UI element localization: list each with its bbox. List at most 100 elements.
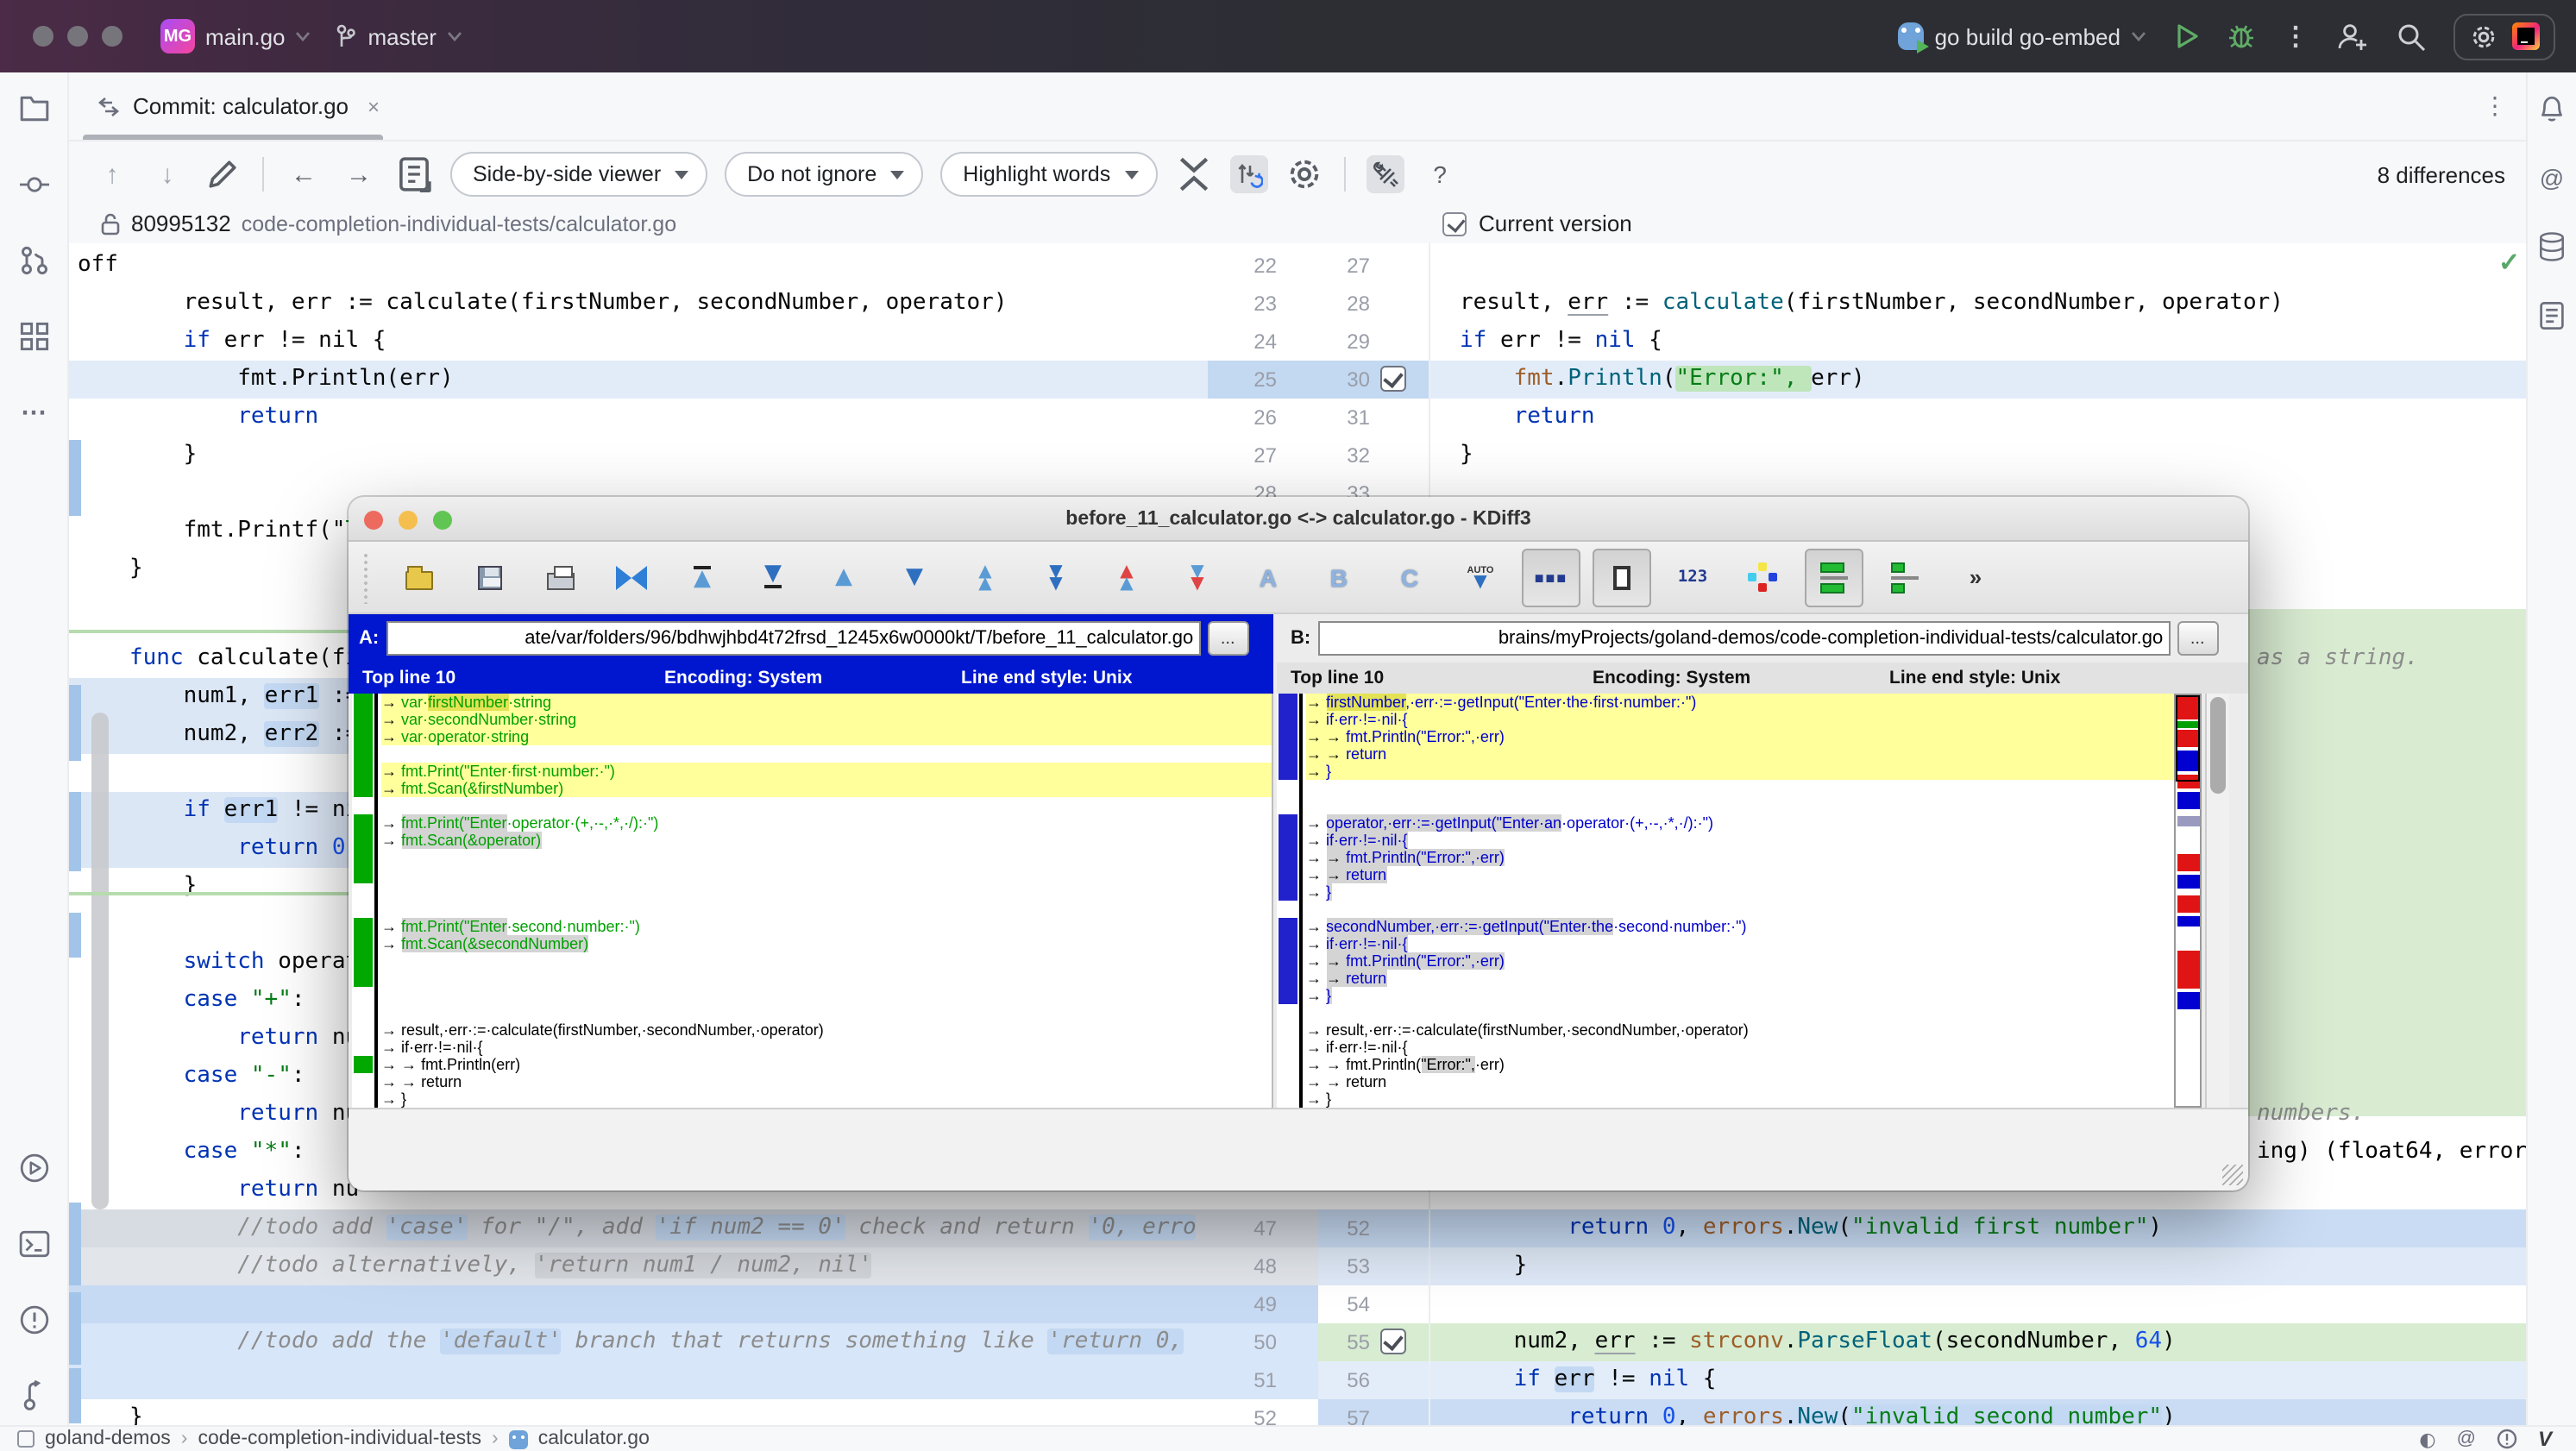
- kdiff3-code-line[interactable]: [381, 901, 1272, 918]
- pull-requests-tool-icon[interactable]: [18, 245, 49, 276]
- synchronize-scrolling-button[interactable]: [1229, 155, 1268, 193]
- kdiff3-code-line[interactable]: → → fmt.Println("Error:",·err): [1306, 952, 2174, 970]
- kdiff3-code-line[interactable]: [381, 987, 1272, 1004]
- diff-settings-gear-button[interactable]: [1285, 155, 1323, 193]
- file-b-path-field[interactable]: brains/myProjects/goland-demos/code-comp…: [1317, 621, 2171, 656]
- collapse-unchanged-button[interactable]: [1174, 155, 1212, 193]
- highlight-mode-dropdown[interactable]: Highlight words: [940, 152, 1158, 197]
- kdiff3-code-line[interactable]: [381, 745, 1272, 763]
- show-whitespace-icon[interactable]: [1593, 548, 1651, 606]
- breadcrumb-item[interactable]: calculator.go: [538, 1429, 650, 1449]
- edit-source-button[interactable]: [204, 155, 242, 193]
- show-whitespace-chars-icon[interactable]: ■■■: [1522, 548, 1580, 606]
- code-line[interactable]: }: [69, 1399, 1208, 1425]
- file-b-browse-button[interactable]: ...: [2177, 621, 2219, 656]
- kdiff3-window[interactable]: before_11_calculator.go <-> calculator.g…: [349, 497, 2248, 1190]
- go-next-unsolved-conflict-icon[interactable]: ▼ ▼: [1168, 548, 1227, 606]
- show-line-numbers-icon[interactable]: 123: [1663, 548, 1722, 606]
- code-line[interactable]: [69, 1285, 1208, 1323]
- window-zoom-button[interactable]: [102, 26, 123, 47]
- kdiff3-code-line[interactable]: → if·err·!=·nil·{: [1306, 935, 2174, 952]
- print-icon[interactable]: [531, 548, 590, 606]
- select-c-icon[interactable]: C: [1380, 548, 1439, 606]
- open-file-icon[interactable]: [390, 548, 449, 606]
- theme-contrast-icon[interactable]: ◐: [2419, 1428, 2435, 1450]
- help-button[interactable]: ?: [1421, 155, 1459, 193]
- code-line[interactable]: result, err := calculate(firstNumber, se…: [1430, 285, 2526, 323]
- more-tools-icon[interactable]: ⋯: [18, 397, 49, 428]
- code-line[interactable]: return 0, errors.New("invalid first numb…: [1430, 1209, 2526, 1247]
- kdiff3-code-line[interactable]: → fmt.Scan(&firstNumber): [381, 780, 1272, 797]
- kdiff3-code-line[interactable]: → var·operator·string: [381, 728, 1272, 745]
- kdiff3-minimize-button[interactable]: [399, 511, 418, 530]
- kdiff3-code-line[interactable]: → → return: [381, 1073, 1272, 1090]
- debug-button[interactable]: [2227, 22, 2255, 50]
- kdiff3-overview-column[interactable]: [2174, 694, 2202, 1108]
- kdiff3-code-line[interactable]: → fmt.Scan(&operator): [381, 832, 1272, 849]
- kdiff3-code-line[interactable]: → → fmt.Println(err): [381, 1056, 1272, 1073]
- code-line[interactable]: }: [1430, 437, 2526, 474]
- split-diff-view-icon[interactable]: [1805, 548, 1863, 606]
- ignore-mode-dropdown[interactable]: Do not ignore: [725, 152, 924, 197]
- save-icon[interactable]: [461, 548, 519, 606]
- file-a-path-field[interactable]: ate/var/folders/96/bdhwjhbd4t72frsd_1245…: [386, 621, 1201, 656]
- current-version-checkbox[interactable]: [1442, 211, 1467, 236]
- notifications-bell-icon[interactable]: [2536, 93, 2567, 124]
- kdiff3-code-line[interactable]: [381, 797, 1272, 814]
- code-line[interactable]: off: [69, 247, 1208, 285]
- code-line[interactable]: return 0, errors.New("invalid second num…: [1430, 1399, 2526, 1425]
- kdiff3-code-line[interactable]: → → return: [1306, 970, 2174, 987]
- kdiff3-code-line[interactable]: → }: [1306, 763, 2174, 780]
- code-line[interactable]: result, err := calculate(firstNumber, se…: [69, 285, 1208, 323]
- next-difference-button[interactable]: ↓: [148, 155, 186, 193]
- kdiff3-code-line[interactable]: → if·err·!=·nil·{: [381, 1039, 1272, 1056]
- kdiff3-code-line[interactable]: → if·err·!=·nil·{: [1306, 711, 2174, 728]
- structure-tool-icon[interactable]: [18, 321, 49, 352]
- ai-assistant-status-icon[interactable]: @: [2457, 1429, 2476, 1449]
- code-line[interactable]: return: [69, 399, 1208, 437]
- go-back-button[interactable]: ←: [285, 155, 323, 193]
- kdiff3-code-line[interactable]: → if·err·!=·nil·{: [1306, 832, 2174, 849]
- go-prev-conflict-icon[interactable]: ▲ ▲: [956, 548, 1015, 606]
- vcs-tool-icon[interactable]: [18, 1380, 49, 1411]
- kdiff3-code-line[interactable]: [1306, 780, 2174, 797]
- tab-options-icon[interactable]: ⋮: [2483, 91, 2526, 121]
- kdiff3-code-line[interactable]: → }: [1306, 987, 2174, 1004]
- kdiff3-code-line[interactable]: [381, 883, 1272, 901]
- kdiff3-code-line[interactable]: → var·firstNumber·string: [381, 694, 1272, 711]
- database-tool-icon[interactable]: [2536, 231, 2567, 262]
- kdiff3-code-line[interactable]: → }: [1306, 883, 2174, 901]
- kdiff3-code-line[interactable]: → secondNumber,·err·:=·getInput("Enter·t…: [1306, 918, 2174, 935]
- kdiff3-code-line[interactable]: [381, 849, 1272, 866]
- run-button[interactable]: [2174, 22, 2200, 50]
- kdiff3-code-line[interactable]: [1306, 1004, 2174, 1021]
- more-actions-button[interactable]: ⋮: [2283, 21, 2309, 52]
- go-last-delta-icon[interactable]: ▼: [744, 548, 802, 606]
- window-close-button[interactable]: [33, 26, 53, 47]
- code-line[interactable]: [69, 1361, 1208, 1399]
- kdiff3-code-line[interactable]: → if·err·!=·nil·{: [1306, 1039, 2174, 1056]
- chunk-checkbox[interactable]: [1380, 366, 1406, 392]
- chunk-checkbox[interactable]: [1380, 1329, 1406, 1354]
- go-prev-unsolved-conflict-icon[interactable]: ▲ ▲: [1097, 548, 1156, 606]
- code-line[interactable]: //todo alternatively, 'return num1 / num…: [69, 1247, 1208, 1285]
- kdiff3-code-line[interactable]: → → return: [1306, 866, 2174, 883]
- auto-advance-icon[interactable]: AUTO ▼: [1451, 548, 1510, 606]
- kdiff3-code-line[interactable]: [381, 952, 1272, 970]
- kdiff3-close-button[interactable]: [364, 511, 383, 530]
- file-switcher[interactable]: MG main.go: [160, 19, 311, 53]
- kdiff3-code-line[interactable]: [1306, 797, 2174, 814]
- code-line[interactable]: if err != nil {: [69, 323, 1208, 361]
- kdiff3-code-line[interactable]: → }: [1306, 1090, 2174, 1108]
- ai-assistant-icon[interactable]: @: [2536, 162, 2567, 193]
- kdiff3-code-line[interactable]: → → fmt.Println("Error:",·err): [1306, 1056, 2174, 1073]
- kdiff3-code-line[interactable]: → fmt.Print("Enter·operator·(+,·-,·*,·/)…: [381, 814, 1272, 832]
- join-diff-view-icon[interactable]: [1875, 548, 1934, 606]
- recalculate-diff-icon[interactable]: [602, 548, 661, 606]
- commit-hash[interactable]: 80995132: [131, 210, 231, 236]
- breadcrumb-item[interactable]: code-completion-individual-tests: [198, 1429, 481, 1449]
- kdiff3-code-line[interactable]: → → return: [1306, 745, 2174, 763]
- kdiff3-pane-b[interactable]: → firstNumber,·err·:=·getInput("Enter·th…: [1277, 694, 2174, 1108]
- kdiff3-code-line[interactable]: [1306, 901, 2174, 918]
- kdiff3-zoom-button[interactable]: [433, 511, 452, 530]
